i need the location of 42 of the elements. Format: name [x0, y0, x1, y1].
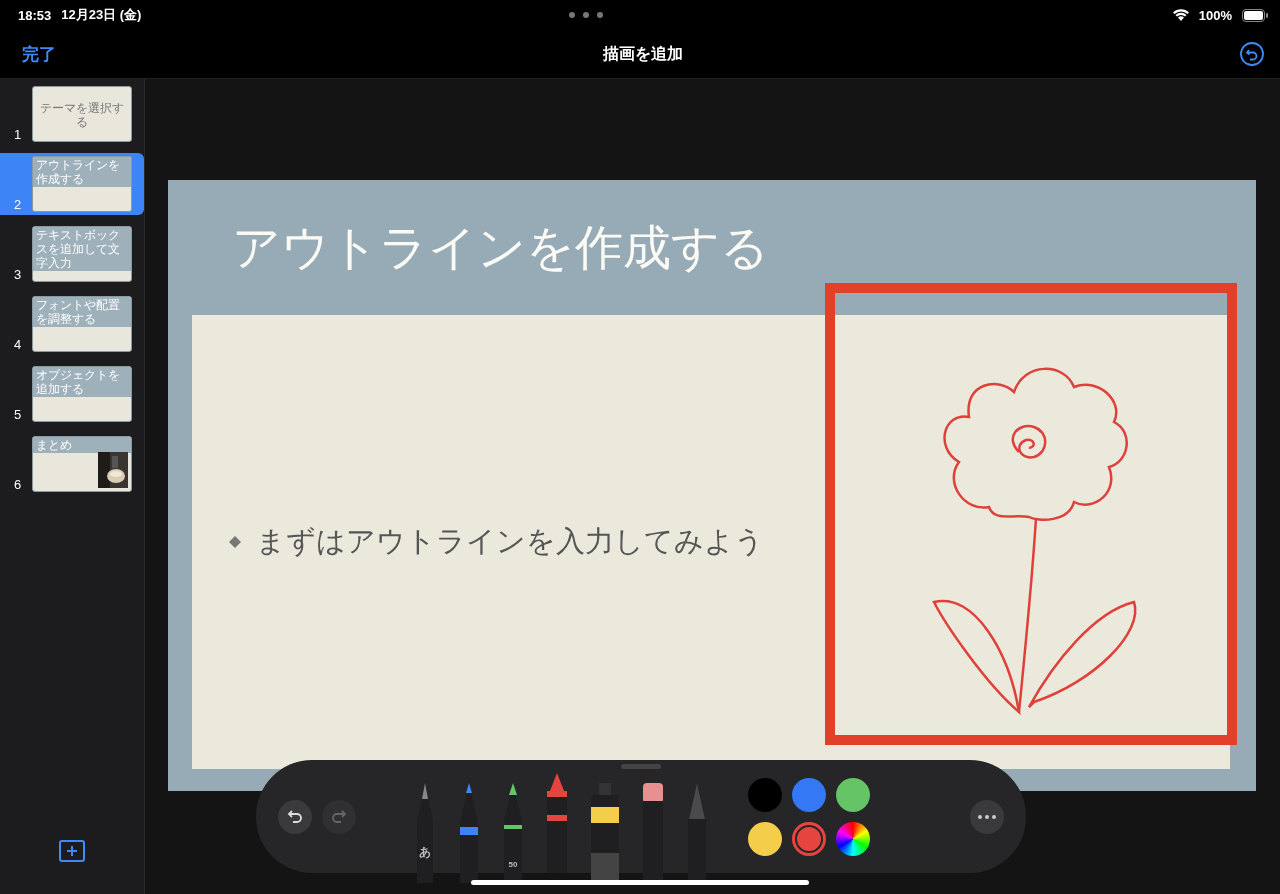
slide-number: 6 [14, 477, 23, 492]
drawing-tool[interactable]: あ [414, 783, 436, 883]
slide-number: 1 [14, 127, 23, 142]
drawing-tool[interactable] [590, 783, 620, 883]
color-swatch[interactable] [748, 821, 782, 856]
thumbnail-title: テーマを選択する [39, 100, 125, 129]
drawing-tool[interactable] [642, 783, 664, 883]
slide-thumbnail-item[interactable]: 2 アウトラインを作成する [0, 153, 144, 215]
battery-icon [1242, 8, 1268, 22]
drawing-tool[interactable] [686, 783, 708, 883]
slide-number: 5 [14, 407, 23, 422]
color-swatch[interactable] [792, 821, 826, 856]
thumbnail-title: オブジェクトを追加する [33, 367, 131, 397]
nav-title: 描画を追加 [603, 43, 683, 64]
more-button[interactable] [970, 799, 1004, 834]
slide-number: 2 [14, 197, 23, 212]
undo-stroke-button[interactable] [278, 799, 312, 834]
undo-button[interactable] [1240, 42, 1264, 66]
status-date: 12月23日 (金) [61, 6, 142, 24]
drawing-tool[interactable]: 50 [502, 783, 524, 883]
done-button[interactable]: 完了 [22, 42, 56, 66]
slide-number: 3 [14, 267, 23, 282]
battery-percent: 100% [1198, 7, 1232, 23]
thumbnail-title: まとめ [33, 437, 131, 453]
thumbnail-title: アウトラインを作成する [33, 157, 131, 187]
color-swatch[interactable] [792, 777, 826, 812]
color-swatch[interactable] [748, 777, 782, 812]
add-slide-button[interactable] [59, 840, 85, 862]
slide-title: アウトラインを作成する [231, 217, 770, 277]
wifi-icon [1172, 9, 1189, 21]
status-time: 18:53 [18, 7, 52, 23]
redo-stroke-button[interactable] [322, 799, 356, 834]
thumbnail-title: フォントや配置を調整する [33, 297, 131, 327]
slide-number: 4 [14, 337, 23, 352]
undo-arrow-icon [287, 808, 303, 825]
bullet-icon [228, 535, 242, 549]
color-swatch[interactable] [836, 777, 870, 812]
bullet-text: まずはアウトラインを入力してみよう [256, 523, 764, 560]
thumbnail-title: テキストボックスを追加して文字入力 [33, 227, 131, 271]
redo-arrow-icon [331, 808, 347, 825]
multitasking-dots-icon [568, 12, 603, 18]
color-wheel-button[interactable] [836, 821, 870, 856]
